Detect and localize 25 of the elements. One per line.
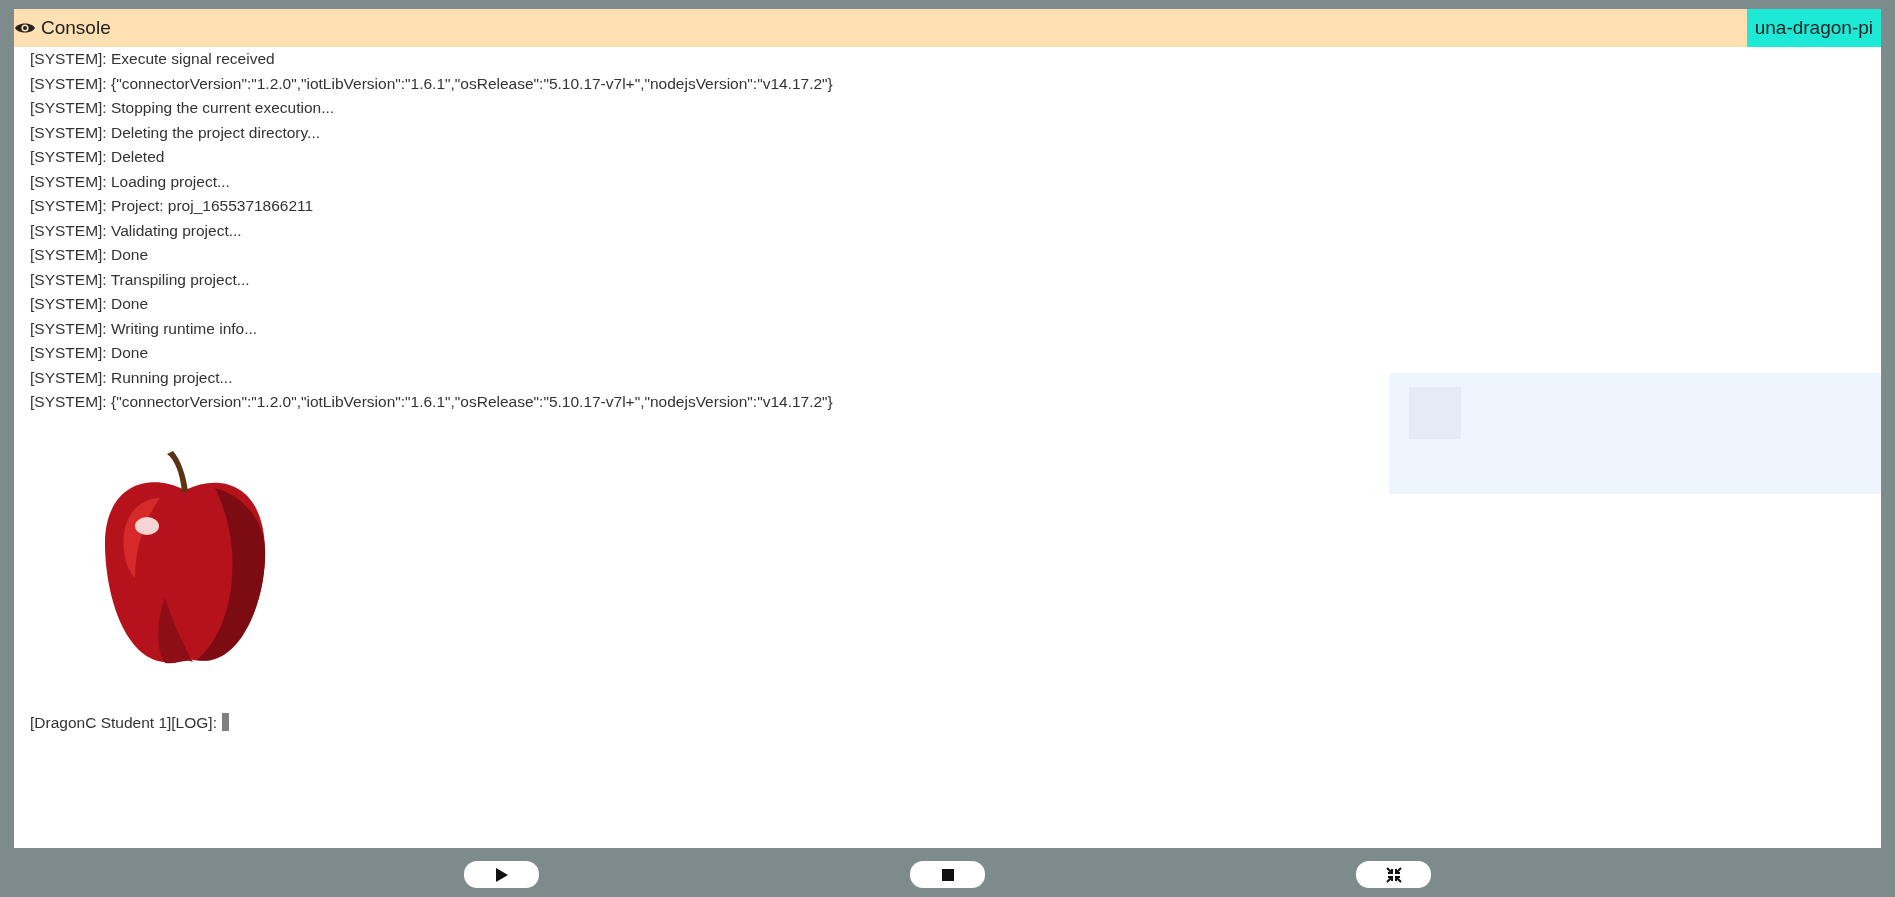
log-prompt: [DragonC Student 1][LOG]:: [30, 712, 217, 733]
log-line: [SYSTEM]: {"connectorVersion":"1.2.0","iotLibVersion":"1.6.1","osRelease":"5.10.17-v7l+","nodejsVersion":"v14.17.2"}: [30, 392, 834, 412]
log-line: [SYSTEM]: Transpiling project...: [30, 269, 251, 290]
stop-button[interactable]: [910, 861, 985, 888]
log-line: [SYSTEM]: Project: proj_1655371866211: [30, 196, 315, 216]
stop-icon: [939, 866, 956, 883]
log-line: [SYSTEM]: Done: [30, 343, 149, 363]
log-line: [SYSTEM]: Stopping the current execution...: [30, 98, 336, 118]
log-line: [SYSTEM]: Execute signal received: [30, 49, 276, 69]
log-line: [SYSTEM]: Done: [30, 294, 149, 314]
log-line: [SYSTEM]: Loading project...: [30, 171, 231, 192]
collapse-icon: [1385, 866, 1402, 883]
play-icon: [493, 866, 510, 883]
log-line: [SYSTEM]: Done: [30, 245, 149, 265]
log-line: [SYSTEM]: Validating project...: [30, 220, 243, 241]
collapse-button[interactable]: [1356, 861, 1431, 888]
log-line: [SYSTEM]: Deleting the project directory...: [30, 122, 322, 143]
console-title: Console: [41, 15, 111, 40]
text-cursor: [221, 713, 229, 732]
device-badge: una-dragon-pi: [1746, 9, 1881, 47]
log-line: [SYSTEM]: Running project...: [30, 367, 234, 388]
log-line: [SYSTEM]: Deleted: [30, 147, 166, 167]
log-line: [SYSTEM]: Writing runtime info...: [30, 318, 259, 339]
play-button[interactable]: [464, 861, 539, 888]
log-line: [SYSTEM]: {"connectorVersion":"1.2.0","iotLibVersion":"1.6.1","osRelease":"5.10.17-v7l+","nodejsVersion":"v14.17.2"}: [30, 73, 834, 94]
